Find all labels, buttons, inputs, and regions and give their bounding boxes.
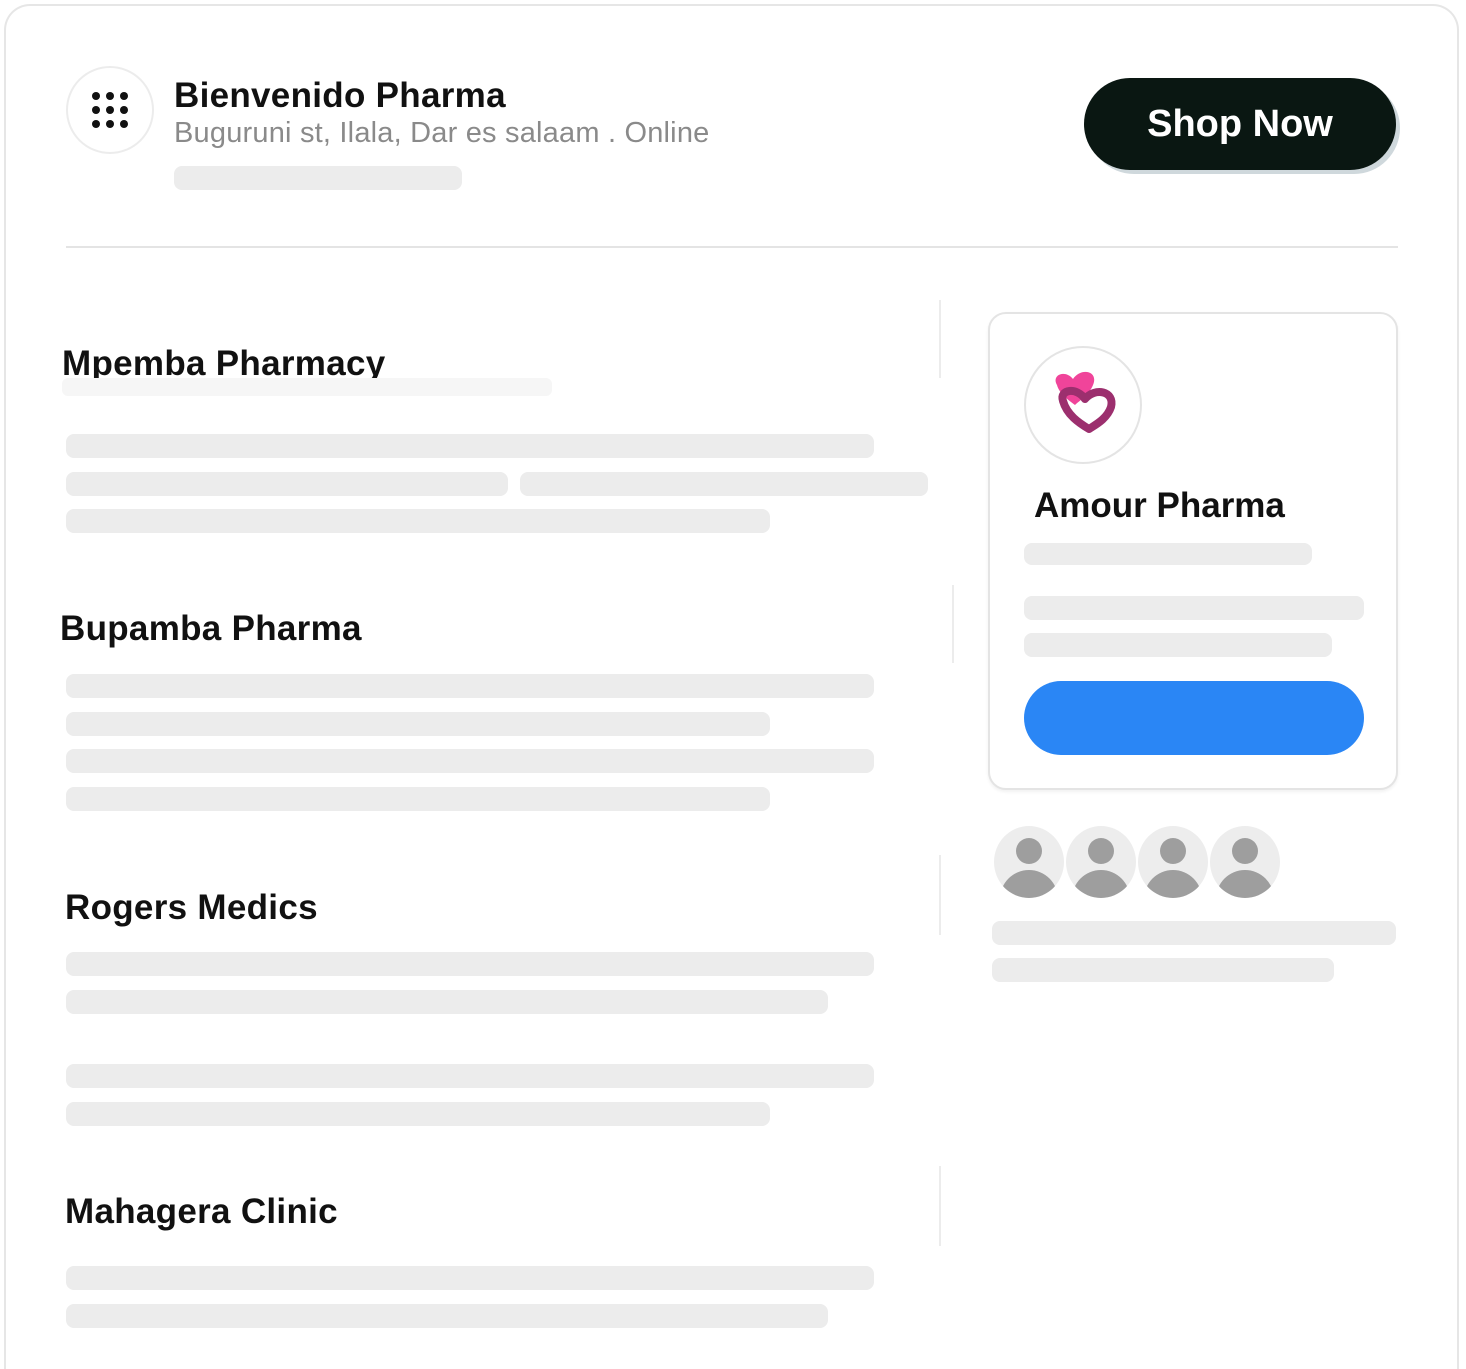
skeleton-line	[66, 674, 874, 698]
listing-title[interactable]: Rogers Medics	[65, 888, 318, 928]
skeleton-line	[66, 952, 874, 976]
user-avatar-icon	[994, 826, 1064, 898]
store-address: Buguruni st, Ilala, Dar es salaam . Onli…	[174, 117, 710, 149]
skeleton-line	[66, 1266, 874, 1290]
skeleton-line	[66, 472, 508, 496]
skeleton-line	[62, 378, 552, 396]
column-divider	[939, 855, 941, 935]
column-divider	[939, 1166, 941, 1246]
skeleton-line	[1024, 596, 1364, 620]
skeleton-line	[66, 712, 770, 736]
card-action-button[interactable]	[1024, 681, 1364, 755]
featured-pharmacy-name: Amour Pharma	[1034, 486, 1285, 525]
skeleton-line	[66, 990, 828, 1014]
skeleton-line	[1024, 633, 1332, 657]
skeleton-line	[520, 472, 928, 496]
skeleton-line	[66, 749, 874, 773]
menu-button[interactable]	[66, 66, 154, 154]
skeleton-line	[66, 1102, 770, 1126]
shop-now-button[interactable]: Shop Now	[1084, 78, 1396, 170]
listing-title[interactable]: Mahagera Clinic	[65, 1192, 338, 1232]
column-divider	[952, 585, 954, 663]
skeleton-line	[66, 1064, 874, 1088]
user-avatar-icon	[1138, 826, 1208, 898]
skeleton-line	[992, 958, 1334, 982]
user-avatar-icon	[1066, 826, 1136, 898]
skeleton-line	[66, 434, 874, 458]
skeleton-line	[1024, 543, 1312, 565]
listing-title[interactable]: Bupamba Pharma	[60, 609, 362, 649]
skeleton-line	[174, 166, 462, 190]
skeleton-line	[992, 921, 1396, 945]
user-avatar-icon	[1210, 826, 1280, 898]
skeleton-line	[66, 509, 770, 533]
skeleton-line	[66, 1304, 828, 1328]
heart-logo-icon	[1024, 346, 1142, 464]
header-divider	[66, 246, 1398, 248]
grid-dots-icon	[92, 92, 128, 128]
column-divider	[939, 300, 941, 378]
skeleton-line	[66, 787, 770, 811]
store-name: Bienvenido Pharma	[174, 76, 506, 115]
